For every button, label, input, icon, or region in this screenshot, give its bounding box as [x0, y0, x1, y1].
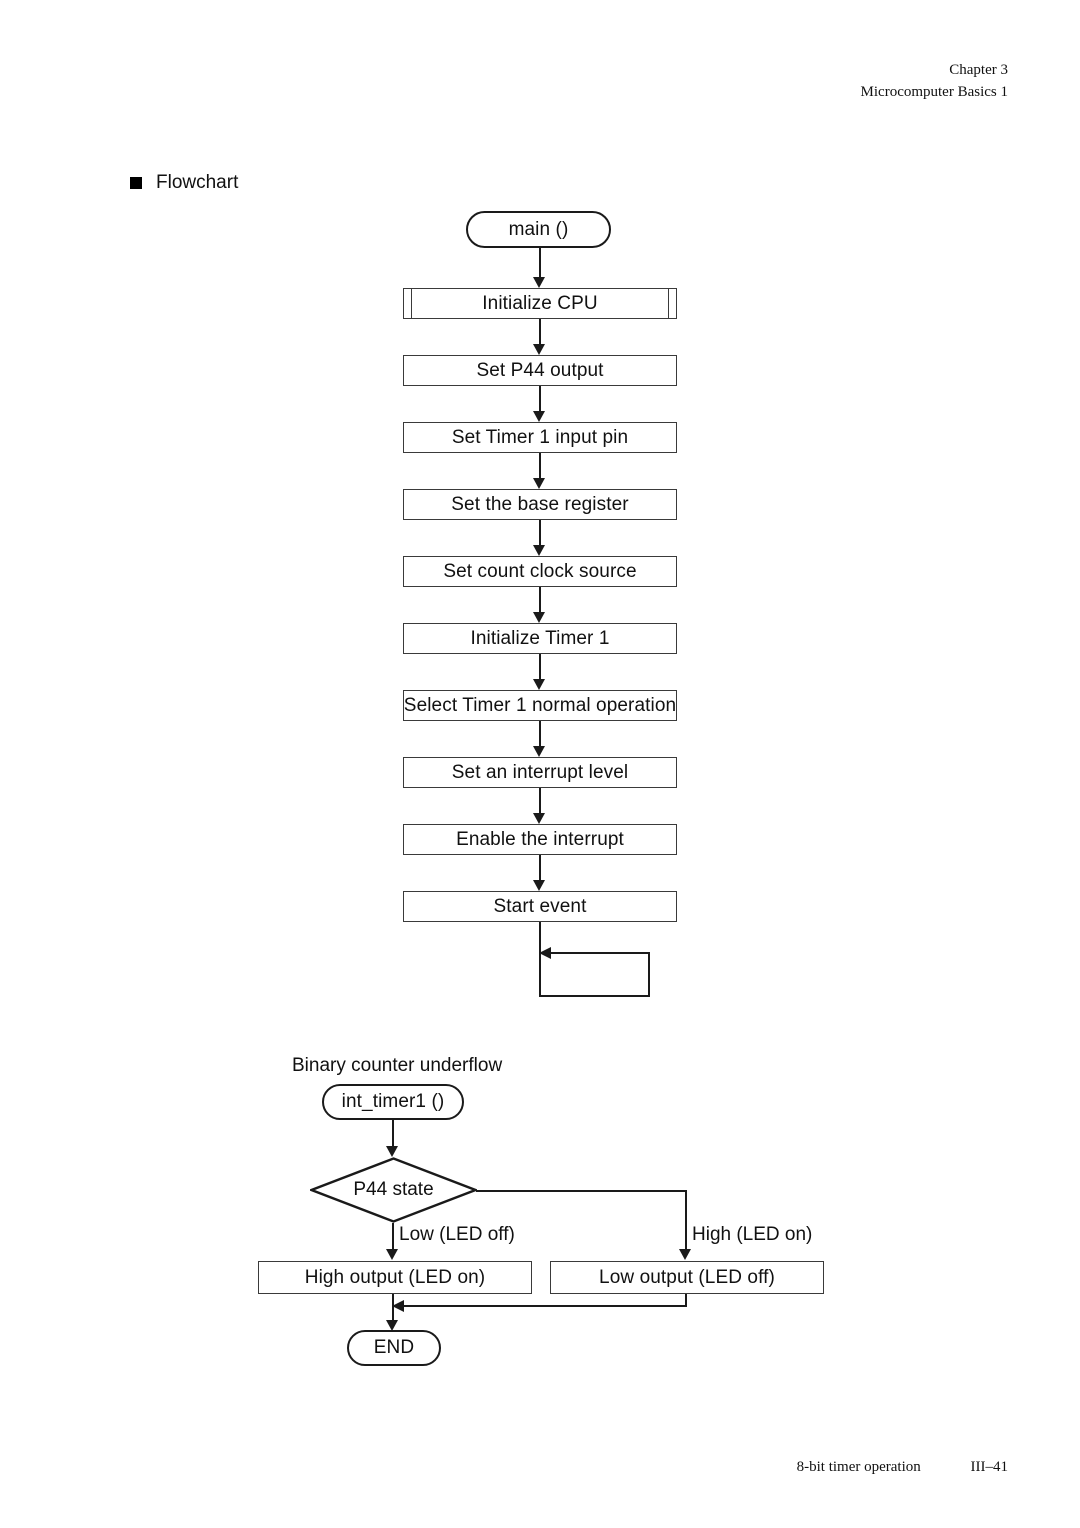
- arrowhead-down: [533, 880, 545, 891]
- section-heading-label: Flowchart: [156, 172, 239, 193]
- flow-node-label: main (): [508, 218, 569, 240]
- arrowhead-down: [386, 1146, 398, 1157]
- flow-node-initialize-timer1: Initialize Timer 1: [403, 623, 677, 654]
- interrupt-trigger-note-text: Binary counter underflow: [292, 1055, 503, 1076]
- flow-node-start-event: Start event: [403, 891, 677, 922]
- arrowhead-down: [533, 679, 545, 690]
- edge-label-high-text: High (LED on): [692, 1224, 813, 1245]
- arrowhead-down: [679, 1249, 691, 1260]
- flow-node-high-output-led-on: High output (LED on): [258, 1261, 532, 1294]
- arrowhead-down: [533, 545, 545, 556]
- flow-node-label: Set the base register: [451, 493, 629, 515]
- flow-node-set-interrupt-level: Set an interrupt level: [403, 757, 677, 788]
- connector-start-to-step1: [539, 248, 541, 277]
- flow-node-int-timer1-entry: int_timer1 (): [322, 1084, 464, 1120]
- connector-decision-high-horizontal: [476, 1190, 687, 1192]
- flow-node-main-start: main (): [466, 211, 611, 248]
- loop-connector-bottom: [539, 995, 650, 997]
- connector-decision-high-vertical: [685, 1190, 687, 1249]
- connector-step5-to-step6: [539, 587, 541, 612]
- running-head: Chapter 3 Microcomputer Basics 1: [861, 60, 1008, 104]
- flow-node-decision-p44-state: P44 state: [310, 1157, 477, 1223]
- flow-node-label: Set Timer 1 input pin: [451, 426, 629, 448]
- edge-label-low-text: Low (LED off): [399, 1224, 515, 1245]
- connector-decision-low-branch: [392, 1223, 394, 1249]
- section-heading: Flowchart: [130, 172, 238, 194]
- connector-step7-to-step8: [539, 721, 541, 746]
- flow-node-label: END: [373, 1337, 415, 1358]
- connector-step2-to-step3: [539, 386, 541, 411]
- document-page: Chapter 3 Microcomputer Basics 1 Flowcha…: [0, 0, 1080, 1528]
- arrowhead-down: [533, 411, 545, 422]
- flow-node-label: Set an interrupt level: [451, 761, 629, 783]
- edge-label-high: High (LED on): [692, 1224, 812, 1246]
- flow-node-initialize-cpu: Initialize CPU: [403, 288, 677, 319]
- arrowhead-down: [386, 1249, 398, 1260]
- flow-node-select-timer1-normal-operation: Select Timer 1 normal operation: [403, 690, 677, 721]
- running-foot-caption: 8-bit timer operation: [796, 1459, 921, 1475]
- flow-node-low-output-led-off: Low output (LED off): [550, 1261, 824, 1294]
- filled-square-bullet-icon: [130, 177, 142, 189]
- flow-node-label: Initialize Timer 1: [470, 627, 610, 649]
- flow-node-label: High output (LED on): [304, 1266, 486, 1288]
- connector-step9-to-step10: [539, 855, 541, 880]
- flow-node-label: Initialize CPU: [482, 292, 598, 314]
- interrupt-trigger-note: Binary counter underflow: [292, 1055, 502, 1077]
- connector-merge-horizontal: [392, 1305, 687, 1307]
- flow-node-set-timer1-input-pin: Set Timer 1 input pin: [403, 422, 677, 453]
- flow-node-label: Start event: [493, 895, 587, 917]
- loop-connector-down-left: [539, 922, 541, 996]
- arrowhead-down: [533, 478, 545, 489]
- flow-node-label: int_timer1 (): [341, 1091, 445, 1112]
- arrowhead-down: [533, 612, 545, 623]
- flow-node-label: Enable the interrupt: [456, 828, 624, 850]
- flow-node-end: END: [347, 1330, 441, 1366]
- flow-node-label: Set P44 output: [476, 359, 604, 381]
- connector-step8-to-step9: [539, 788, 541, 813]
- arrowhead-down: [533, 813, 545, 824]
- flow-node-label: Low output (LED off): [599, 1266, 775, 1288]
- connector-entry-to-decision: [392, 1120, 394, 1146]
- flow-node-set-base-register: Set the base register: [403, 489, 677, 520]
- connector-step6-to-step7: [539, 654, 541, 679]
- loop-connector-top: [551, 952, 650, 954]
- arrowhead-down: [533, 746, 545, 757]
- flow-node-set-p44-output: Set P44 output: [403, 355, 677, 386]
- edge-label-low: Low (LED off): [399, 1224, 515, 1246]
- arrowhead-down: [533, 344, 545, 355]
- running-head-subtitle: Microcomputer Basics 1: [860, 83, 1008, 100]
- page-number: III–41: [970, 1459, 1009, 1475]
- running-head-chapter: Chapter 3: [949, 62, 1008, 78]
- arrowhead-down: [533, 277, 545, 288]
- flow-node-label: Set count clock source: [443, 560, 637, 582]
- connector-step4-to-step5: [539, 520, 541, 545]
- flow-node-set-count-clock-source: Set count clock source: [403, 556, 677, 587]
- flow-node-enable-interrupt: Enable the interrupt: [403, 824, 677, 855]
- connector-step1-to-step2: [539, 319, 541, 344]
- flow-node-label: Select Timer 1 normal operation: [403, 694, 677, 716]
- arrowhead-left: [539, 947, 551, 959]
- connector-step3-to-step4: [539, 453, 541, 478]
- flow-node-label: P44 state: [353, 1179, 434, 1200]
- loop-connector-up-right: [648, 952, 650, 996]
- running-foot: 8-bit timer operation III–41: [797, 1459, 1008, 1476]
